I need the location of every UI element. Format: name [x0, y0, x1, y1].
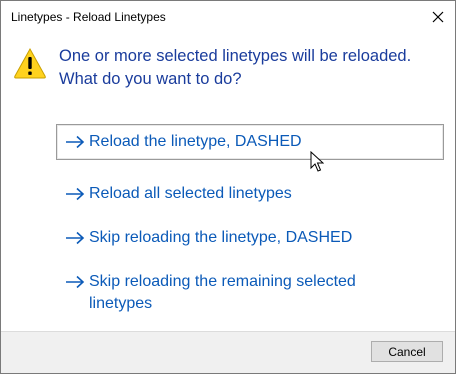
main-instruction: One or more selected linetypes will be r… — [59, 45, 439, 91]
right-arrow-icon — [65, 271, 89, 293]
warning-icon — [14, 47, 46, 79]
instruction-line-1: One or more selected linetypes will be r… — [59, 47, 412, 65]
title-bar[interactable]: Linetypes - Reload Linetypes — [1, 1, 455, 35]
command-link-skip-remaining[interactable]: Skip reloading the remaining selected li… — [56, 264, 396, 322]
close-icon — [432, 11, 444, 23]
instruction-line-2: What do you want to do? — [59, 70, 242, 88]
right-arrow-icon — [65, 183, 89, 205]
command-link-label: Reload the linetype, DASHED — [89, 133, 302, 150]
command-link-label: Skip reloading the linetype, DASHED — [89, 229, 353, 246]
close-button[interactable] — [421, 1, 455, 33]
right-arrow-icon — [65, 227, 89, 249]
reload-linetypes-dialog: Linetypes - Reload Linetypes One or more… — [0, 0, 456, 374]
command-link-skip-dashed[interactable]: Skip reloading the linetype, DASHED — [56, 220, 444, 256]
command-link-reload-all[interactable]: Reload all selected linetypes — [56, 176, 444, 212]
command-link-label: Skip reloading the remaining selected li… — [89, 273, 356, 312]
mouse-pointer-icon — [310, 151, 324, 172]
command-link-reload-dashed[interactable]: Reload the linetype, DASHED — [56, 124, 444, 160]
dialog-footer: Cancel — [1, 331, 455, 373]
cancel-button[interactable]: Cancel — [371, 341, 443, 362]
window-title: Linetypes - Reload Linetypes — [11, 10, 166, 24]
command-link-label: Reload all selected linetypes — [89, 185, 292, 202]
right-arrow-icon — [65, 131, 89, 153]
